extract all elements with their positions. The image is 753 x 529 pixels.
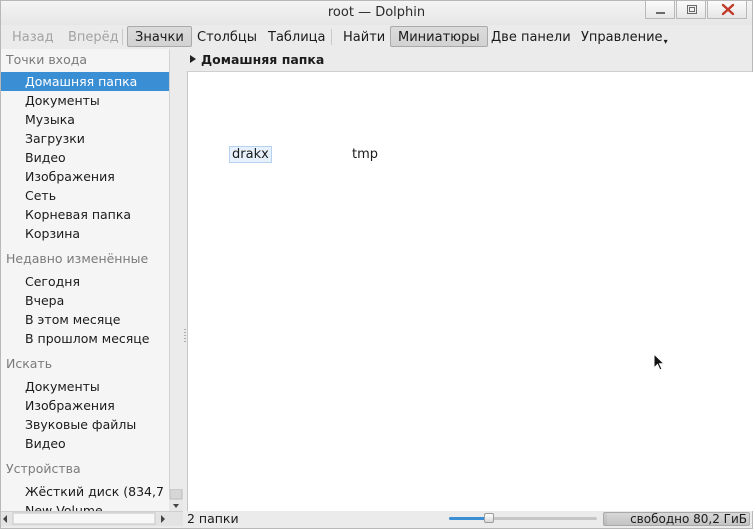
place-item-network[interactable]: Сеть (1, 186, 169, 205)
section-title-search: Искать (6, 356, 53, 371)
recent-item-yesterday[interactable]: Вчера (1, 291, 169, 310)
recent-item-this-month[interactable]: В этом месяце (1, 310, 169, 329)
place-item-video[interactable]: Видео (1, 148, 169, 167)
breadcrumb-current[interactable]: Домашняя папка (201, 52, 324, 67)
file-view[interactable]: drakx tmp (187, 72, 753, 511)
toolbar: Назад Вперёд Значки Столбцы Таблица Найт… (1, 25, 752, 49)
dolphin-window: root — Dolphin Назад Вперёд Значки Столб… (0, 0, 753, 529)
mouse-cursor-icon (653, 353, 666, 371)
icons-view-button[interactable]: Значки (127, 26, 192, 47)
section-title-places: Точки входа (6, 52, 88, 67)
place-item-documents[interactable]: Документы (1, 91, 169, 110)
control-menu-button[interactable]: Управление▾ (573, 26, 676, 47)
toolbar-separator (331, 29, 332, 45)
place-item-root[interactable]: Корневая папка (1, 205, 169, 224)
maximize-icon (687, 5, 697, 14)
maximize-button[interactable] (676, 1, 706, 19)
split-view-button[interactable]: Две панели (483, 26, 579, 47)
status-bar: 2 папки свободно 80,2 ГиБ (183, 511, 752, 528)
free-space-bar[interactable]: свободно 80,2 ГиБ (603, 512, 750, 526)
columns-view-button[interactable]: Столбцы (189, 26, 265, 47)
back-button[interactable]: Назад (4, 26, 62, 47)
scroll-arrows-icon (3, 512, 165, 525)
search-item-video[interactable]: Видео (1, 434, 169, 453)
find-button[interactable]: Найти (335, 26, 393, 47)
recent-item-last-month[interactable]: В прошлом месяце (1, 329, 169, 348)
table-view-button[interactable]: Таблица (260, 26, 334, 47)
titlebar[interactable]: root — Dolphin (1, 1, 752, 25)
minimize-icon (656, 12, 665, 14)
place-item-images[interactable]: Изображения (1, 167, 169, 186)
scroll-arrows-icon (169, 488, 183, 508)
section-title-recent: Недавно изменённые (6, 251, 149, 266)
window-title: root — Dolphin (327, 5, 426, 20)
status-message: 2 папки (187, 511, 239, 526)
control-menu-label: Управление (581, 30, 663, 45)
search-item-images[interactable]: Изображения (1, 396, 169, 415)
zoom-slider[interactable] (449, 513, 597, 523)
place-item-music[interactable]: Музыка (1, 110, 169, 129)
folder-item[interactable]: tmp (350, 146, 380, 163)
search-item-audio[interactable]: Звуковые файлы (1, 415, 169, 434)
section-title-devices: Устройства (6, 461, 81, 476)
places-panel: Точки входа Домашняя папка Документы Муз… (1, 49, 170, 511)
zoom-slider-fill (449, 517, 489, 520)
free-space-label: свободно 80,2 ГиБ (630, 512, 747, 526)
device-item-new-volume[interactable]: New Volume (1, 501, 169, 511)
search-item-documents[interactable]: Документы (1, 377, 169, 396)
place-item-home[interactable]: Домашняя папка (1, 72, 169, 91)
close-button[interactable] (707, 1, 747, 19)
forward-button[interactable]: Вперёд (60, 26, 127, 47)
minimize-button[interactable] (645, 1, 675, 19)
recent-item-today[interactable]: Сегодня (1, 272, 169, 291)
zoom-slider-handle[interactable] (483, 513, 494, 523)
sidebar-horizontal-scrollbar[interactable] (1, 511, 183, 526)
device-item-hard-disk[interactable]: Жёсткий диск (834,7 Г (1, 482, 169, 501)
breadcrumb[interactable]: Домашняя папка (187, 49, 752, 72)
thumbnails-button[interactable]: Миниатюры (390, 26, 488, 47)
close-icon (721, 3, 735, 16)
sidebar-vertical-scrollbar[interactable] (169, 488, 183, 511)
place-item-downloads[interactable]: Загрузки (1, 129, 169, 148)
chevron-right-icon[interactable] (189, 54, 197, 64)
toolbar-separator (122, 29, 123, 45)
splitter-grip (184, 329, 186, 343)
folder-item[interactable]: drakx (229, 146, 272, 163)
place-item-trash[interactable]: Корзина (1, 224, 169, 243)
chevron-down-icon: ▾ (663, 37, 668, 46)
